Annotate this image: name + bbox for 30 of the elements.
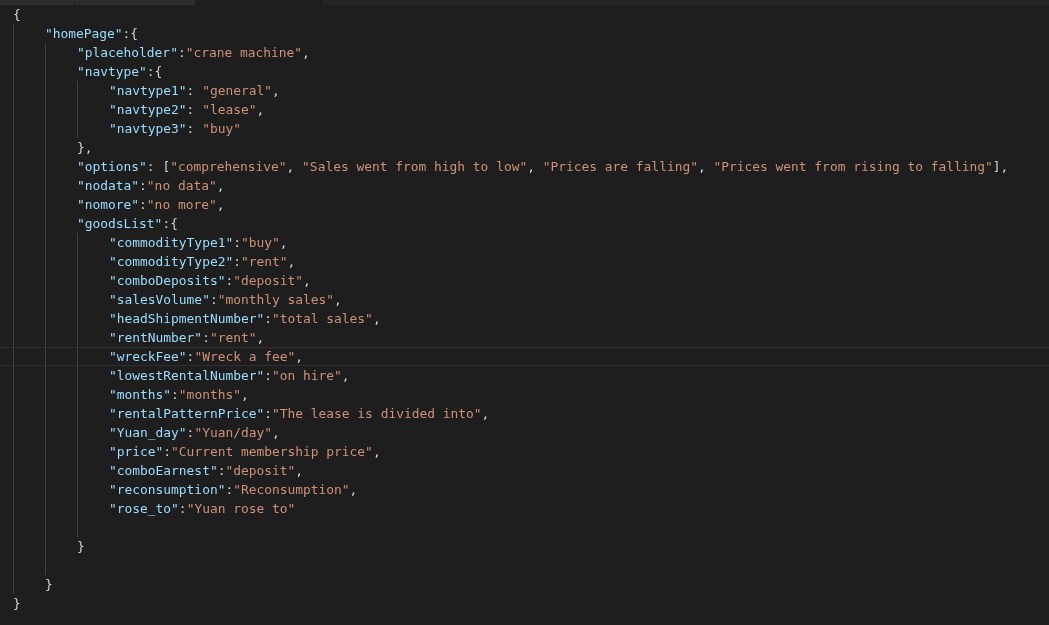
code-line: "placeholder":"crane machine", [77,45,310,60]
code-line: "headShipmentNumber":"total sales", [109,311,381,326]
code-line: "commodityType2":"rent", [109,254,296,269]
code-line: "navtype3": "buy" [109,121,241,136]
code-line: } [45,577,53,592]
code-line: "reconsumption":"Reconsumption", [109,482,358,497]
code-line: }, [77,140,93,155]
code-line: { [13,7,21,22]
code-line: "navtype2": "lease", [109,102,265,117]
code-line: "comboDeposits":"deposit", [109,273,311,288]
code-line: "salesVolume":"monthly sales", [109,292,342,307]
code-line: "months":"months", [109,387,249,402]
code-line: "rose_to":"Yuan rose to" [109,501,296,516]
code-line: "commodityType1":"buy", [109,235,288,250]
code-line: "lowestRentalNumber":"on hire", [109,368,350,383]
code-line: "goodsList":{ [77,216,178,231]
code-line: "Yuan_day":"Yuan/day", [109,425,280,440]
code-line: "price":"Current membership price", [109,444,381,459]
code-line: } [13,596,21,611]
code-line: "nodata":"no data", [77,178,225,193]
code-line: } [77,539,85,554]
code-line: "rentNumber":"rent", [109,330,265,345]
code-line: "comboEarnest":"deposit", [109,463,304,478]
code-line: "homePage":{ [45,26,139,41]
code-line: "nomore":"no more", [77,197,225,212]
code-line: "navtype":{ [77,64,163,79]
code-line: "navtype1": "general", [109,83,280,98]
code-line: "rentalPatternPrice":"The lease is divided into", [109,406,490,421]
code-line: "options": ["comprehensive", "Sales went from high to low", "Prices are falling", "Prices went from rising to falling"], [77,159,1009,174]
code-line: "wreckFee":"Wreck a fee", [109,349,304,364]
